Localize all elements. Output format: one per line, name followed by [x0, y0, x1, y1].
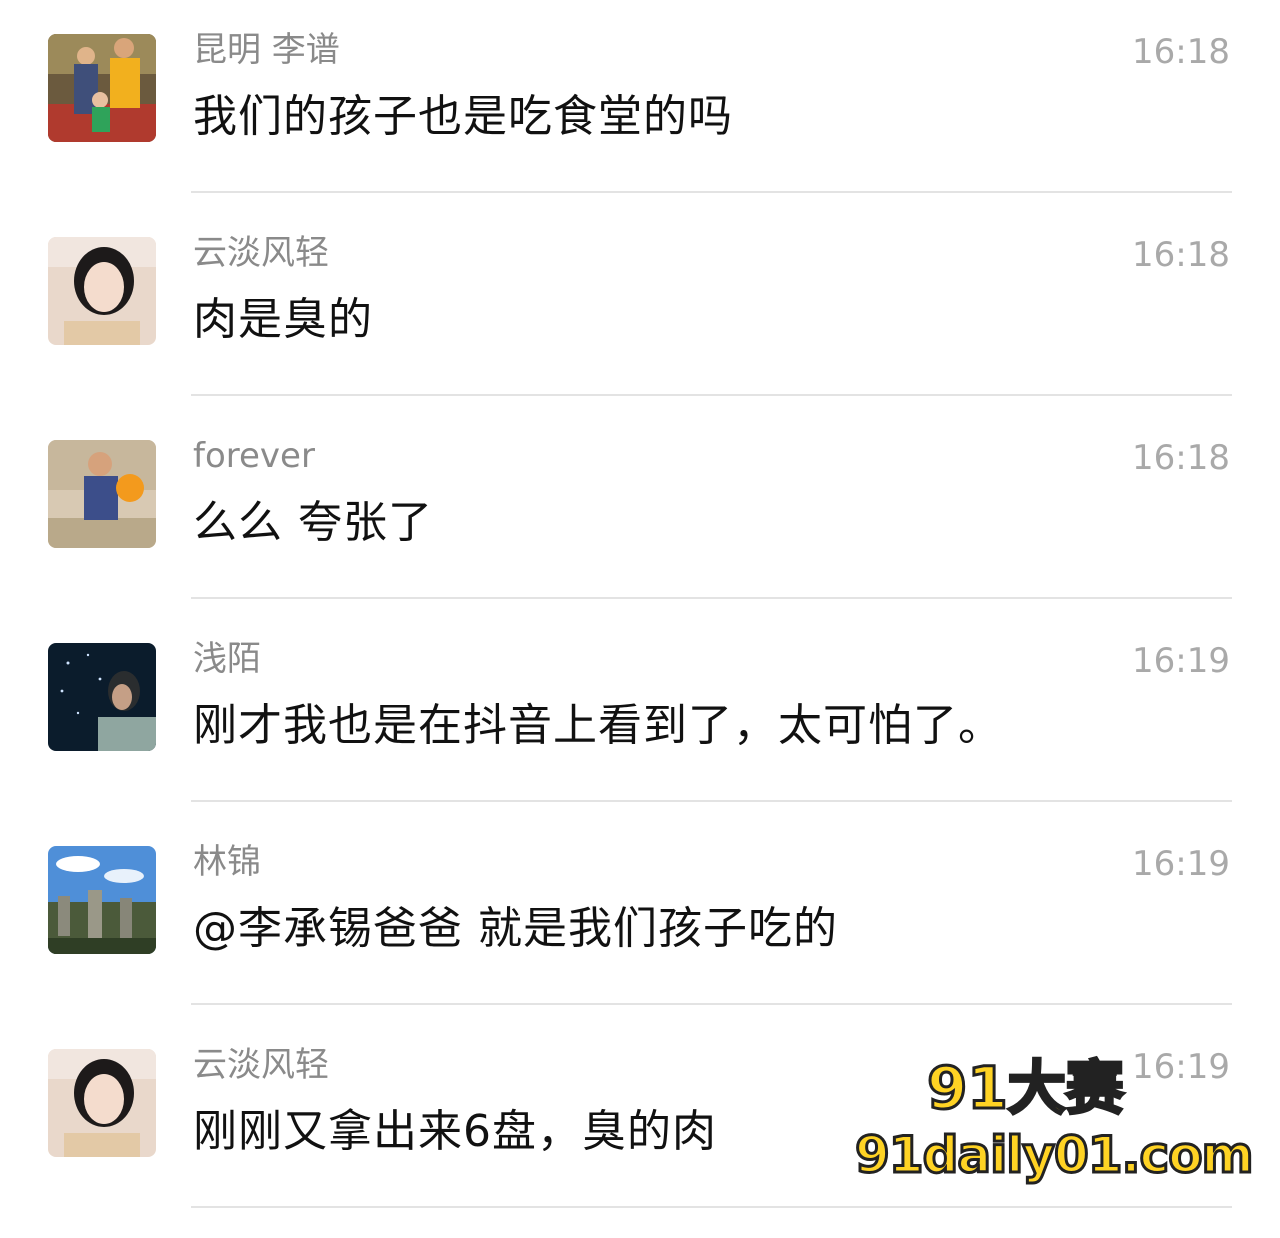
divider — [191, 191, 1232, 193]
sender-name[interactable]: 浅陌 — [193, 637, 261, 681]
divider — [191, 1003, 1232, 1005]
message-row[interactable]: 浅陌 16:19 刚才我也是在抖音上看到了，太可怕了。 — [0, 609, 1280, 812]
sender-name[interactable]: 云淡风轻 — [193, 231, 329, 275]
watermark-brand: 91大赛 — [926, 1053, 1126, 1124]
site-watermark: 91大赛 91daily01.com — [854, 1050, 1256, 1200]
watermark-url: 91daily01.com — [854, 1125, 1256, 1186]
message-time: 16:18 — [1132, 32, 1230, 72]
landscape-avatar[interactable] — [48, 846, 156, 954]
divider — [191, 597, 1232, 599]
message-text: 刚才我也是在抖音上看到了，太可怕了。 — [193, 700, 1003, 751]
sender-name[interactable]: 昆明 李谱 — [193, 28, 340, 72]
woman-portrait-avatar[interactable] — [48, 1049, 156, 1157]
divider — [191, 800, 1232, 802]
message-time: 16:19 — [1132, 844, 1230, 884]
child-balloon-avatar[interactable] — [48, 440, 156, 548]
message-time: 16:18 — [1132, 438, 1230, 478]
message-row[interactable]: 云淡风轻 16:18 肉是臭的 — [0, 203, 1280, 406]
sender-name[interactable]: 林锦 — [193, 840, 261, 884]
divider — [191, 1206, 1232, 1208]
message-text: 肉是臭的 — [193, 294, 373, 345]
woman-portrait-avatar[interactable] — [48, 237, 156, 345]
sender-name[interactable]: forever — [193, 434, 315, 478]
night-sky-avatar[interactable] — [48, 643, 156, 751]
sender-name[interactable]: 云淡风轻 — [193, 1043, 329, 1087]
message-row[interactable]: 昆明 李谱 16:18 我们的孩子也是吃食堂的吗 — [0, 0, 1280, 203]
message-text: 刚刚又拿出来6盘，臭的肉 — [193, 1106, 717, 1157]
message-time: 16:19 — [1132, 641, 1230, 681]
message-row[interactable]: 林锦 16:19 @李承锡爸爸 就是我们孩子吃的 — [0, 812, 1280, 1015]
divider — [191, 394, 1232, 396]
message-text: @李承锡爸爸 就是我们孩子吃的 — [193, 903, 838, 954]
message-text: 么么 夸张了 — [193, 497, 433, 548]
family-photo-avatar[interactable] — [48, 34, 156, 142]
message-time: 16:18 — [1132, 235, 1230, 275]
message-row[interactable]: forever 16:18 么么 夸张了 — [0, 406, 1280, 609]
message-text: 我们的孩子也是吃食堂的吗 — [193, 91, 733, 142]
